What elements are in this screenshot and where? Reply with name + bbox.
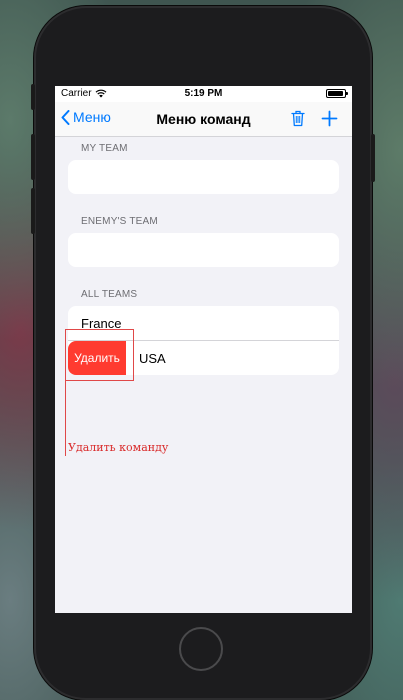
trash-button[interactable] <box>291 110 305 132</box>
phone-volume-down-button <box>31 188 35 234</box>
phone-mute-switch <box>31 84 35 110</box>
page-title: Меню команд <box>156 111 251 127</box>
all-teams-header: ALL TEAMS <box>81 289 138 300</box>
plus-icon <box>321 110 338 127</box>
team-name: USA <box>139 351 166 366</box>
trash-icon <box>291 110 305 127</box>
home-button[interactable] <box>179 627 223 671</box>
enemy-team-header: ENEMY'S TEAM <box>81 216 158 227</box>
phone-power-button <box>371 134 375 182</box>
annotation-highlight-box <box>65 329 134 381</box>
my-team-field[interactable] <box>68 160 339 194</box>
enemy-team-field[interactable] <box>68 233 339 267</box>
battery-icon <box>326 89 348 98</box>
phone-volume-up-button <box>31 134 35 180</box>
navigation-bar: Меню Меню команд <box>55 102 352 137</box>
add-team-button[interactable] <box>321 110 338 132</box>
annotation-label: Удалить команду <box>68 441 169 454</box>
status-time: 5:19 PM <box>184 88 223 99</box>
my-team-header: MY TEAM <box>81 143 128 154</box>
annotation-connector-line <box>65 381 66 456</box>
status-bar: Carrier 5:19 PM <box>55 86 352 102</box>
